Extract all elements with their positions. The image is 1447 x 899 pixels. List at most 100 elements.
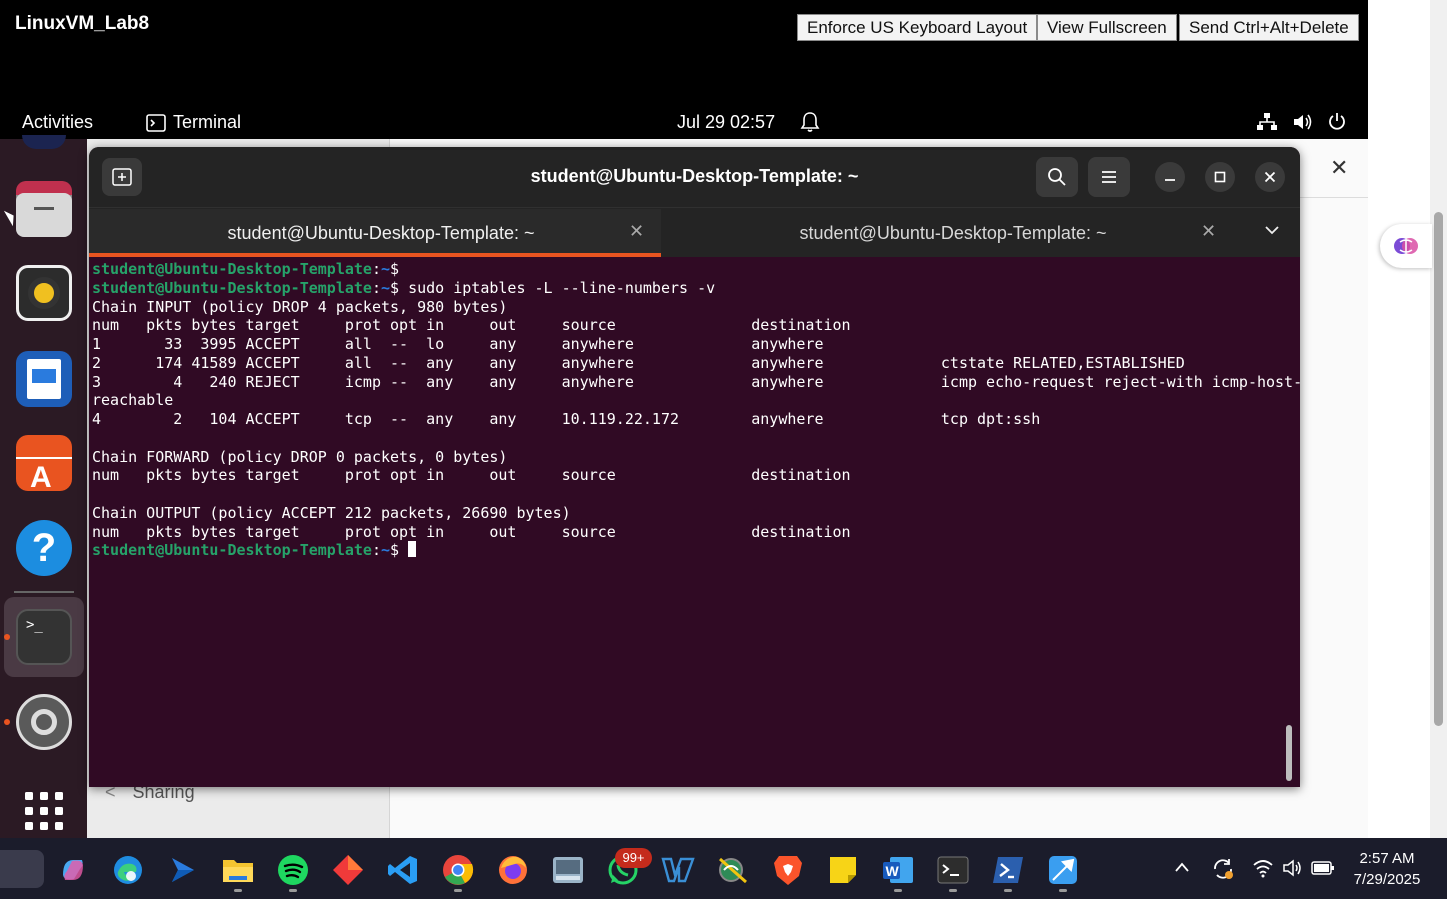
- file-explorer-taskbar-icon[interactable]: [221, 853, 255, 887]
- settings-close-icon[interactable]: ✕: [1330, 155, 1348, 181]
- wifi-icon[interactable]: [1252, 858, 1274, 883]
- terminal-dock-icon[interactable]: >_: [16, 609, 72, 665]
- activities-button[interactable]: Activities: [22, 112, 93, 133]
- ubuntu-dock: A ? >_: [0, 135, 87, 839]
- search-icon: [1048, 168, 1066, 186]
- sync-icon[interactable]: [1211, 857, 1235, 886]
- whatsapp-badge: 99+: [615, 848, 652, 868]
- terminal-prompt-line: student@Ubuntu-Desktop-Template:~$: [92, 260, 409, 278]
- power-automate-taskbar-icon[interactable]: [166, 853, 200, 887]
- terminal-output-line: 2 174 41589 ACCEPT all -- any any anywhe…: [92, 353, 1185, 372]
- close-button[interactable]: [1255, 162, 1285, 192]
- vscode-taskbar-icon[interactable]: [386, 853, 420, 887]
- terminal-output-line: 4 2 104 ACCEPT tcp -- any any 10.119.22.…: [92, 410, 1041, 428]
- vm-title: LinuxVM_Lab8: [15, 13, 150, 34]
- menu-button[interactable]: [1088, 157, 1130, 197]
- terminal-output-line: num pkts bytes target prot opt in out so…: [92, 316, 851, 335]
- speaker-icon[interactable]: [1282, 858, 1304, 883]
- app-center-icon[interactable]: A: [16, 435, 72, 494]
- running-indicator: [289, 889, 297, 892]
- active-tab-indicator: [89, 253, 661, 257]
- send-ctrl-alt-delete-button[interactable]: Send Ctrl+Alt+Delete: [1179, 14, 1359, 41]
- terminal-output-line: Chain FORWARD (policy DROP 0 packets, 0 …: [92, 447, 508, 466]
- terminal-cursor: [408, 541, 417, 558]
- svg-text:W: W: [886, 863, 900, 879]
- prompt-path: ~: [381, 260, 391, 278]
- terminal-output[interactable]: student@Ubuntu-Desktop-Template:~$ stude…: [92, 260, 1300, 560]
- chrome-taskbar-icon[interactable]: [441, 853, 475, 887]
- terminal-output-line: Chain INPUT (policy DROP 4 packets, 980 …: [92, 297, 508, 316]
- tab-bar-divider: [89, 207, 1300, 208]
- rhythmbox-app-icon[interactable]: [16, 265, 72, 321]
- minimize-button[interactable]: [1155, 162, 1185, 192]
- sticky-notes-taskbar-icon[interactable]: [826, 853, 860, 887]
- terminal-output-line: 1 33 3995 ACCEPT all -- lo any anywhere …: [92, 335, 824, 353]
- files-app-icon[interactable]: [16, 181, 72, 237]
- terminal-output-line: reachable: [92, 391, 174, 410]
- maximize-button[interactable]: [1205, 162, 1235, 192]
- show-hidden-icons-chevron-up-icon[interactable]: [1173, 860, 1191, 878]
- firefox-taskbar-icon[interactable]: [496, 853, 530, 887]
- terminal-window[interactable]: student@Ubuntu-Desktop-Template: ~ stude…: [89, 147, 1300, 787]
- taskbar-clock[interactable]: 2:57 AM 7/29/2025: [1336, 848, 1438, 890]
- word-taskbar-icon[interactable]: W: [881, 853, 915, 887]
- help-app-icon[interactable]: ?: [16, 520, 72, 576]
- terminal-output-line: 3 4 240 REJECT icmp -- any any anywhere …: [92, 372, 1300, 391]
- tab-overflow-chevron-down-icon[interactable]: [1263, 223, 1281, 241]
- settings-app-icon[interactable]: [16, 694, 72, 750]
- network-icon[interactable]: [1256, 112, 1278, 137]
- minimize-icon: [1165, 179, 1175, 181]
- prompt-user: student@Ubuntu-Desktop-Template: [92, 278, 372, 297]
- enforce-us-keyboard-button[interactable]: Enforce US Keyboard Layout: [797, 14, 1038, 41]
- clock-datetime[interactable]: Jul 29 02:57: [677, 112, 775, 133]
- wireshark-app-icon[interactable]: [716, 853, 750, 887]
- show-apps-grid-icon[interactable]: [24, 791, 64, 831]
- running-indicator: [949, 889, 957, 892]
- volume-icon[interactable]: [1292, 112, 1314, 137]
- terminal-prompt-line: student@Ubuntu-Desktop-Template:~$ sudo …: [92, 278, 716, 297]
- power-icon[interactable]: [1327, 111, 1347, 136]
- ubuntu-top-bar: Activities Terminal Jul 29 02:57: [0, 105, 1368, 139]
- running-indicator: [1004, 889, 1012, 892]
- running-indicator: [894, 889, 902, 892]
- visual-studio-taskbar-icon[interactable]: [661, 853, 695, 887]
- powershell-taskbar-icon[interactable]: [991, 853, 1025, 887]
- copilot-taskbar-icon[interactable]: [56, 853, 90, 887]
- copilot-button[interactable]: [1380, 224, 1432, 268]
- battery-icon[interactable]: [1311, 859, 1335, 882]
- spotify-taskbar-icon[interactable]: [276, 853, 310, 887]
- edge-taskbar-icon[interactable]: [111, 853, 145, 887]
- windows-terminal-taskbar-icon[interactable]: [936, 853, 970, 887]
- keyboard-app-taskbar-icon[interactable]: [551, 853, 585, 887]
- brave-taskbar-icon[interactable]: [771, 853, 805, 887]
- writer-app-icon[interactable]: [16, 351, 72, 407]
- taskbar-widget-button[interactable]: [0, 850, 44, 888]
- maximize-icon: [1214, 171, 1226, 183]
- tab-close-icon[interactable]: ✕: [629, 221, 644, 242]
- running-indicator: [234, 889, 242, 892]
- running-indicator: [1059, 889, 1067, 892]
- dock-separator: [14, 591, 74, 593]
- taskbar-time: 2:57 AM: [1359, 850, 1415, 867]
- app-menu-label[interactable]: Terminal: [173, 112, 241, 133]
- view-fullscreen-button[interactable]: View Fullscreen: [1037, 14, 1177, 41]
- notification-bell-icon[interactable]: [800, 111, 820, 138]
- terminal-output-line: num pkts bytes target prot opt in out so…: [92, 466, 851, 485]
- dock-partial-icon[interactable]: [22, 135, 66, 149]
- tab-close-icon[interactable]: ✕: [1201, 221, 1216, 242]
- copilot-icon: [1394, 238, 1418, 254]
- terminal-scrollbar[interactable]: [1286, 725, 1292, 781]
- hamburger-menu-icon: [1102, 171, 1116, 183]
- tab-1[interactable]: student@Ubuntu-Desktop-Template: ~ ✕: [89, 209, 661, 257]
- terminal-output-line: Chain OUTPUT (policy ACCEPT 212 packets,…: [92, 503, 571, 522]
- red-diamond-app-icon[interactable]: [331, 853, 365, 887]
- remote-desktop-taskbar-icon[interactable]: [1046, 853, 1080, 887]
- terminal-prompt-line: student@Ubuntu-Desktop-Template:~$: [92, 541, 1292, 560]
- running-indicator-dot: [4, 719, 10, 725]
- browser-scrollbar-thumb[interactable]: [1434, 212, 1443, 726]
- prompt-user: student@Ubuntu-Desktop-Template: [92, 541, 372, 560]
- search-button[interactable]: [1036, 157, 1078, 197]
- tab-2[interactable]: student@Ubuntu-Desktop-Template: ~ ✕: [667, 209, 1239, 257]
